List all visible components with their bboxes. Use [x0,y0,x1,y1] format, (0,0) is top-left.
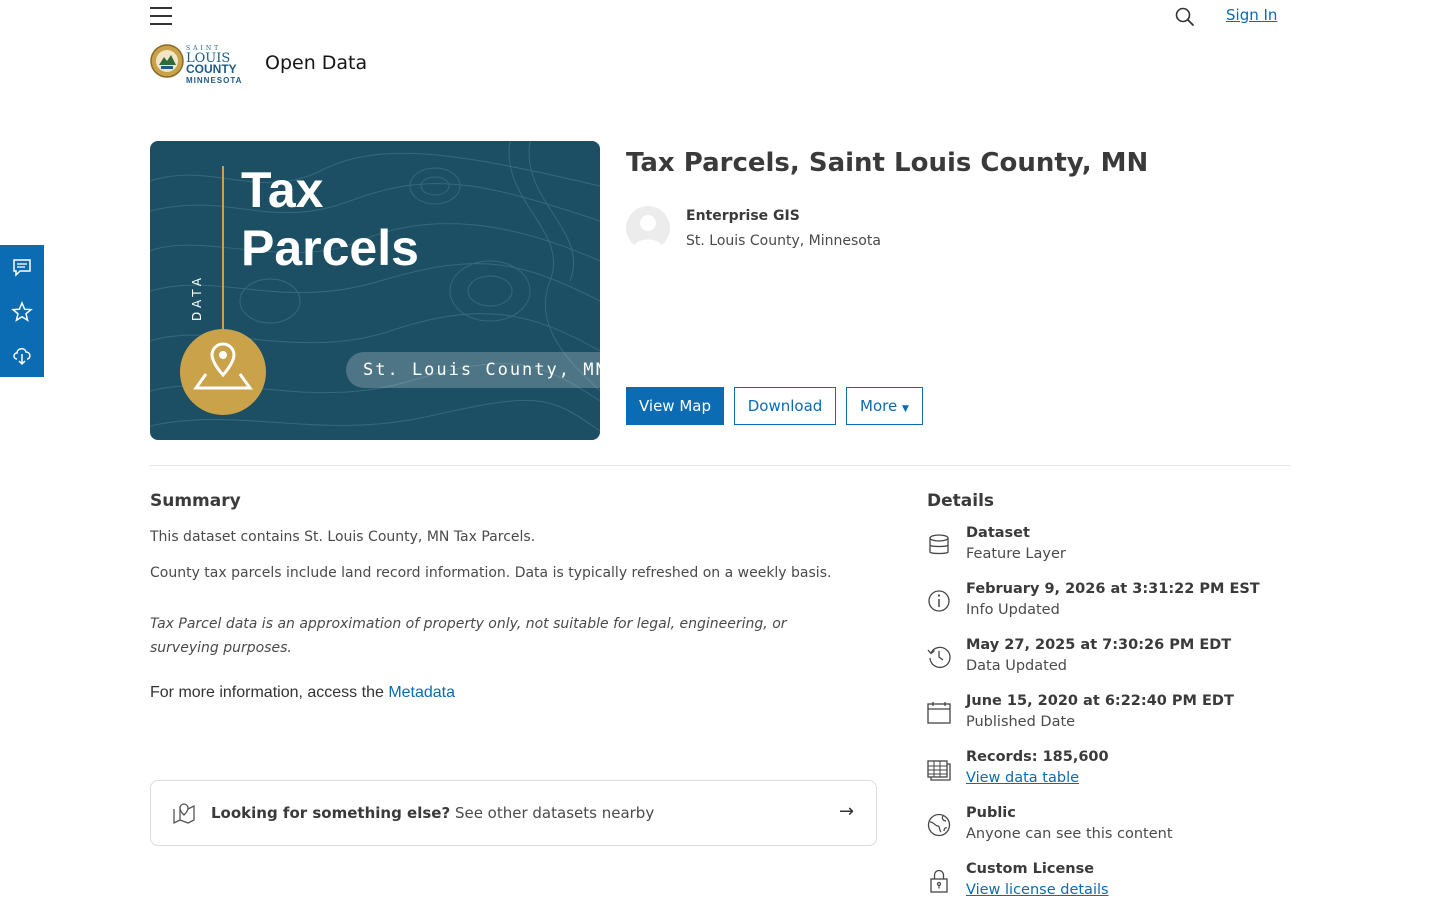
detail-license: Custom License View license details [927,861,1287,900]
hero-location-pill: St. Louis County, MN [346,352,600,388]
comment-icon[interactable] [11,256,33,278]
svg-text:COUNTY: COUNTY [186,62,237,76]
detail-subtitle: Info Updated [966,602,1060,618]
detail-title: Records: 185,600 [966,749,1109,765]
svg-text:MINNESOTA: MINNESOTA [186,76,242,85]
owner-organization: St. Louis County, Minnesota [686,233,881,249]
search-icon[interactable] [1175,7,1195,27]
detail-data-updated: May 27, 2025 at 7:30:26 PM EDT Data Upda… [927,637,1287,683]
view-license-details-link[interactable]: View license details [966,882,1109,898]
table-icon [927,757,951,781]
detail-title: Custom License [966,861,1095,877]
more-button[interactable]: More ▼ [846,387,923,425]
globe-icon [927,813,951,837]
county-logo[interactable]: SAINT LOUIS COUNTY MINNESOTA [150,43,252,85]
hero-vertical-label: DATA [190,274,204,321]
sign-in-link[interactable]: Sign In [1226,6,1277,24]
avatar[interactable] [626,206,670,250]
hero-title: Tax Parcels [241,162,419,276]
database-icon [927,533,951,557]
detail-item-type: Dataset Feature Layer [927,525,1287,571]
view-map-button[interactable]: View Map [626,387,724,425]
side-toolbar [0,245,44,377]
detail-title: June 15, 2020 at 6:22:40 PM EDT [966,693,1234,709]
metadata-link[interactable]: Metadata [388,684,455,701]
view-data-table-link[interactable]: View data table [966,770,1079,786]
detail-title: May 27, 2025 at 7:30:26 PM EDT [966,637,1232,653]
detail-subtitle: Published Date [966,714,1076,730]
more-label: More [860,397,898,415]
map-pin-icon [171,801,197,825]
cloud-download-icon[interactable] [11,344,33,366]
star-icon[interactable] [11,301,33,323]
download-button[interactable]: Download [734,387,836,425]
site-title[interactable]: Open Data [265,52,367,74]
nearby-bold: Looking for something else? [211,804,451,822]
summary-paragraph: This dataset contains St. Louis County, … [150,529,536,545]
calendar-icon [927,701,951,725]
section-divider [150,465,1290,466]
detail-sharing: Public Anyone can see this content [927,805,1287,851]
detail-title: February 9, 2026 at 3:31:22 PM EST [966,581,1260,597]
detail-title: Dataset [966,525,1030,541]
arrow-right-icon: → [839,801,855,822]
nearby-datasets-card[interactable]: Looking for something else? See other da… [150,780,877,846]
detail-records: Records: 185,600 View data table [927,749,1287,795]
summary-metadata-line: For more information, access the Metadat… [150,684,455,702]
menu-icon[interactable] [150,7,172,27]
detail-subtitle: Feature Layer [966,546,1066,562]
lock-icon [927,869,951,893]
history-icon [927,645,951,669]
nearby-subtext: See other datasets nearby [450,804,655,822]
summary-disclaimer: Tax Parcel data is an approximation of p… [150,616,787,656]
metadata-prefix: For more information, access the [150,684,389,701]
summary-heading: Summary [150,491,241,511]
detail-subtitle: Data Updated [966,658,1067,674]
summary-paragraph: County tax parcels include land record i… [150,565,832,581]
detail-subtitle: Anyone can see this content [966,826,1173,842]
detail-info-updated: February 9, 2026 at 3:31:22 PM EST Info … [927,581,1287,627]
dataset-thumbnail: Tax Parcels DATA St. Louis County, MN [150,141,600,440]
details-heading: Details [927,491,995,511]
detail-published-date: June 15, 2020 at 6:22:40 PM EDT Publishe… [927,693,1287,739]
caret-down-icon: ▼ [902,404,909,414]
owner-name[interactable]: Enterprise GIS [686,208,800,224]
nearby-text: Looking for something else? See other da… [211,804,654,822]
info-icon [927,589,951,613]
detail-title: Public [966,805,1016,821]
page-title: Tax Parcels, Saint Louis County, MN [626,148,1149,178]
